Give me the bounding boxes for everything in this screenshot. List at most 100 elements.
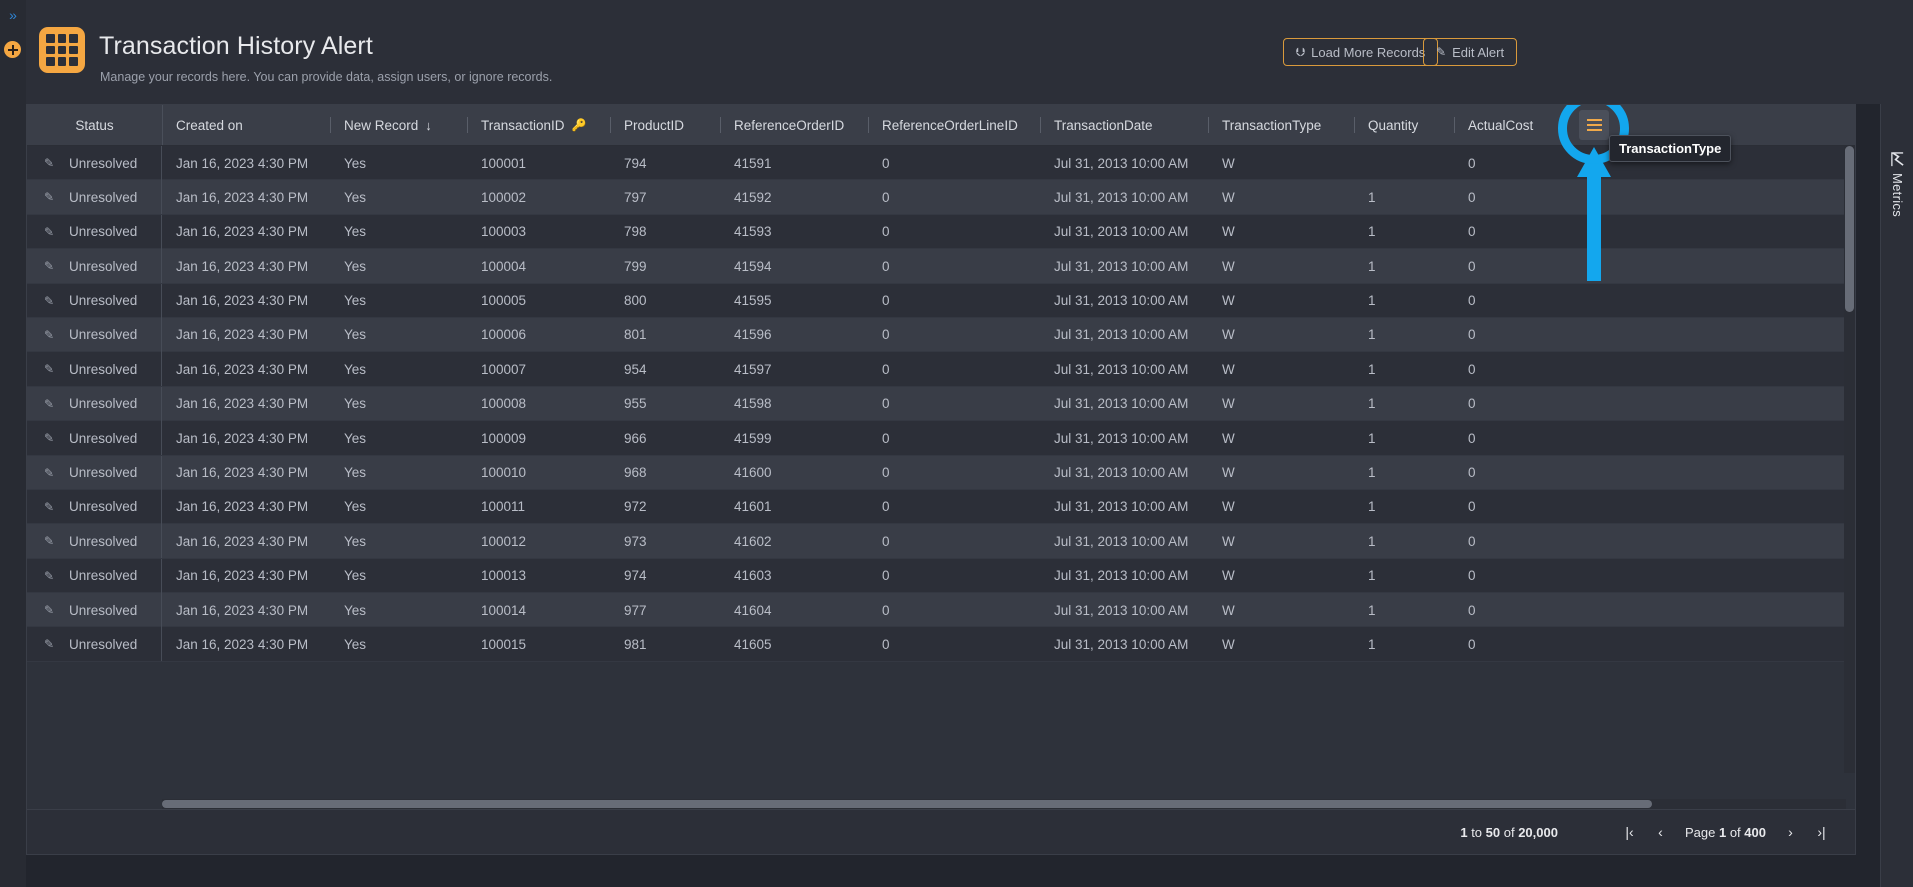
cell-status[interactable]: Unresolved: [27, 146, 162, 180]
cell-transaction-date[interactable]: Jul 31, 2013 10:00 AM: [1040, 249, 1208, 283]
cell-status[interactable]: Unresolved: [27, 284, 162, 318]
cell-transaction-type[interactable]: W: [1208, 318, 1354, 352]
cell-transaction-type[interactable]: W: [1208, 627, 1354, 661]
table-row[interactable]: ✎ Unresolved Jan 16, 2023 4:30 PM Yes 100007…: [27, 352, 1855, 387]
cell-product-id[interactable]: 968: [610, 456, 720, 490]
cell-created-on[interactable]: Jan 16, 2023 4:30 PM: [162, 627, 330, 661]
cell-transaction-id[interactable]: 100006: [467, 318, 610, 352]
cell-actual-cost[interactable]: 0: [1454, 421, 1624, 455]
cell-actual-cost[interactable]: 0: [1454, 249, 1624, 283]
cell-reference-order-line-id[interactable]: 0: [868, 593, 1040, 627]
cell-new-record[interactable]: Yes: [330, 249, 467, 283]
cell-status[interactable]: Unresolved: [27, 215, 162, 249]
cell-new-record[interactable]: Yes: [330, 627, 467, 661]
cell-reference-order-line-id[interactable]: 0: [868, 180, 1040, 214]
cell-created-on[interactable]: Jan 16, 2023 4:30 PM: [162, 490, 330, 524]
table-row[interactable]: ✎ Unresolved Jan 16, 2023 4:30 PM Yes 100015…: [27, 627, 1855, 662]
cell-quantity[interactable]: [1354, 146, 1454, 180]
cell-status[interactable]: Unresolved: [27, 524, 162, 558]
cell-transaction-date[interactable]: Jul 31, 2013 10:00 AM: [1040, 215, 1208, 249]
cell-status[interactable]: Unresolved: [27, 456, 162, 490]
cell-quantity[interactable]: 1: [1354, 352, 1454, 386]
vertical-scrollbar[interactable]: [1844, 146, 1855, 773]
cell-status[interactable]: Unresolved: [27, 387, 162, 421]
cell-actual-cost[interactable]: 0: [1454, 490, 1624, 524]
cell-reference-order-line-id[interactable]: 0: [868, 318, 1040, 352]
table-row[interactable]: ✎ Unresolved Jan 16, 2023 4:30 PM Yes 100002…: [27, 180, 1855, 215]
cell-reference-order-id[interactable]: 41600: [720, 456, 868, 490]
cell-status[interactable]: Unresolved: [27, 180, 162, 214]
cell-transaction-type[interactable]: W: [1208, 559, 1354, 593]
next-page-button[interactable]: ›: [1775, 818, 1806, 846]
cell-reference-order-id[interactable]: 41598: [720, 387, 868, 421]
plus-circle-icon[interactable]: [4, 41, 21, 58]
cell-product-id[interactable]: 981: [610, 627, 720, 661]
cell-quantity[interactable]: 1: [1354, 421, 1454, 455]
column-header-status[interactable]: Status: [27, 105, 162, 145]
cell-reference-order-line-id[interactable]: 0: [868, 456, 1040, 490]
cell-transaction-id[interactable]: 100004: [467, 249, 610, 283]
cell-transaction-date[interactable]: Jul 31, 2013 10:00 AM: [1040, 559, 1208, 593]
cell-transaction-date[interactable]: Jul 31, 2013 10:00 AM: [1040, 352, 1208, 386]
cell-reference-order-id[interactable]: 41596: [720, 318, 868, 352]
cell-quantity[interactable]: 1: [1354, 593, 1454, 627]
table-row[interactable]: ✎ Unresolved Jan 16, 2023 4:30 PM Yes 100008…: [27, 386, 1855, 422]
table-row[interactable]: ✎ Unresolved Jan 16, 2023 4:30 PM Yes 100004…: [27, 249, 1855, 284]
cell-actual-cost[interactable]: 0: [1454, 180, 1624, 214]
cell-quantity[interactable]: 1: [1354, 490, 1454, 524]
cell-quantity[interactable]: 1: [1354, 627, 1454, 661]
column-header-new-record[interactable]: New Record ↓: [330, 105, 467, 145]
cell-created-on[interactable]: Jan 16, 2023 4:30 PM: [162, 352, 330, 386]
chevron-double-right-icon[interactable]: »: [4, 6, 22, 24]
cell-created-on[interactable]: Jan 16, 2023 4:30 PM: [162, 146, 330, 180]
cell-created-on[interactable]: Jan 16, 2023 4:30 PM: [162, 249, 330, 283]
previous-page-button[interactable]: ‹: [1645, 818, 1676, 846]
cell-actual-cost[interactable]: 0: [1454, 284, 1624, 318]
cell-status[interactable]: Unresolved: [27, 627, 162, 661]
column-header-transaction-type[interactable]: TransactionType: [1208, 105, 1354, 145]
cell-new-record[interactable]: Yes: [330, 387, 467, 421]
table-row[interactable]: ✎ Unresolved Jan 16, 2023 4:30 PM Yes 100006…: [27, 317, 1855, 353]
cell-created-on[interactable]: Jan 16, 2023 4:30 PM: [162, 593, 330, 627]
load-more-records-button[interactable]: ⮋ Load More Records: [1283, 38, 1439, 66]
cell-reference-order-line-id[interactable]: 0: [868, 387, 1040, 421]
cell-product-id[interactable]: 954: [610, 352, 720, 386]
table-row[interactable]: ✎ Unresolved Jan 16, 2023 4:30 PM Yes 100011…: [27, 489, 1855, 525]
table-row[interactable]: ✎ Unresolved Jan 16, 2023 4:30 PM Yes 100001…: [27, 146, 1855, 181]
cell-quantity[interactable]: 1: [1354, 215, 1454, 249]
cell-transaction-date[interactable]: Jul 31, 2013 10:00 AM: [1040, 524, 1208, 558]
cell-transaction-date[interactable]: Jul 31, 2013 10:00 AM: [1040, 146, 1208, 180]
cell-reference-order-line-id[interactable]: 0: [868, 215, 1040, 249]
vertical-scrollbar-thumb[interactable]: [1845, 146, 1854, 312]
column-header-created-on[interactable]: Created on: [162, 105, 330, 145]
cell-reference-order-id[interactable]: 41593: [720, 215, 868, 249]
cell-product-id[interactable]: 955: [610, 387, 720, 421]
cell-transaction-date[interactable]: Jul 31, 2013 10:00 AM: [1040, 490, 1208, 524]
cell-transaction-id[interactable]: 100005: [467, 284, 610, 318]
cell-status[interactable]: Unresolved: [27, 593, 162, 627]
cell-product-id[interactable]: 974: [610, 559, 720, 593]
table-row[interactable]: ✎ Unresolved Jan 16, 2023 4:30 PM Yes 100005…: [27, 283, 1855, 318]
table-row[interactable]: ✎ Unresolved Jan 16, 2023 4:30 PM Yes 100010…: [27, 455, 1855, 490]
cell-transaction-type[interactable]: W: [1208, 387, 1354, 421]
cell-actual-cost[interactable]: 0: [1454, 318, 1624, 352]
cell-actual-cost[interactable]: 0: [1454, 524, 1624, 558]
cell-transaction-type[interactable]: W: [1208, 146, 1354, 180]
cell-actual-cost[interactable]: 0: [1454, 352, 1624, 386]
cell-new-record[interactable]: Yes: [330, 318, 467, 352]
cell-reference-order-line-id[interactable]: 0: [868, 249, 1040, 283]
cell-product-id[interactable]: 797: [610, 180, 720, 214]
cell-status[interactable]: Unresolved: [27, 490, 162, 524]
cell-created-on[interactable]: Jan 16, 2023 4:30 PM: [162, 421, 330, 455]
cell-transaction-id[interactable]: 100007: [467, 352, 610, 386]
column-header-reference-order-line-id[interactable]: ReferenceOrderLineID: [868, 105, 1040, 145]
hamburger-menu-icon[interactable]: [1579, 110, 1609, 140]
cell-transaction-date[interactable]: Jul 31, 2013 10:00 AM: [1040, 421, 1208, 455]
cell-actual-cost[interactable]: 0: [1454, 593, 1624, 627]
cell-created-on[interactable]: Jan 16, 2023 4:30 PM: [162, 318, 330, 352]
cell-created-on[interactable]: Jan 16, 2023 4:30 PM: [162, 215, 330, 249]
cell-transaction-id[interactable]: 100010: [467, 456, 610, 490]
cell-status[interactable]: Unresolved: [27, 318, 162, 352]
cell-quantity[interactable]: 1: [1354, 284, 1454, 318]
table-row[interactable]: ✎ Unresolved Jan 16, 2023 4:30 PM Yes 100014…: [27, 593, 1855, 628]
